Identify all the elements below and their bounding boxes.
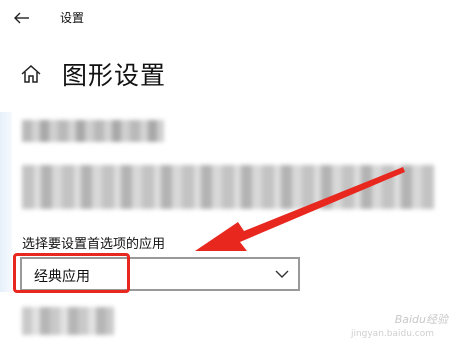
app-type-dropdown[interactable]: 经典应用 (20, 257, 300, 291)
sidebar-edge (0, 112, 12, 292)
dropdown-selected-value: 经典应用 (34, 269, 90, 285)
home-button[interactable] (20, 63, 42, 85)
blurred-heading (22, 120, 164, 142)
back-button[interactable] (12, 8, 32, 28)
app-preference-label: 选择要设置首选项的应用 (22, 237, 166, 252)
chevron-down-icon (275, 270, 289, 278)
back-arrow-icon (14, 12, 29, 24)
watermark-url: jingyan.baidu.com (350, 329, 434, 339)
blurred-description (22, 165, 434, 209)
blurred-app-item (22, 307, 114, 335)
settings-window: 设置 图形设置 选择要设置首选项的应用 经典应用 Baidu经验 jingyan… (0, 0, 464, 347)
app-title: 设置 (60, 11, 85, 25)
title-bar: 设置 (0, 0, 464, 34)
page-title: 图形设置 (62, 61, 167, 90)
watermark-logo: Baidu经验 (394, 313, 448, 326)
home-icon (21, 64, 41, 83)
